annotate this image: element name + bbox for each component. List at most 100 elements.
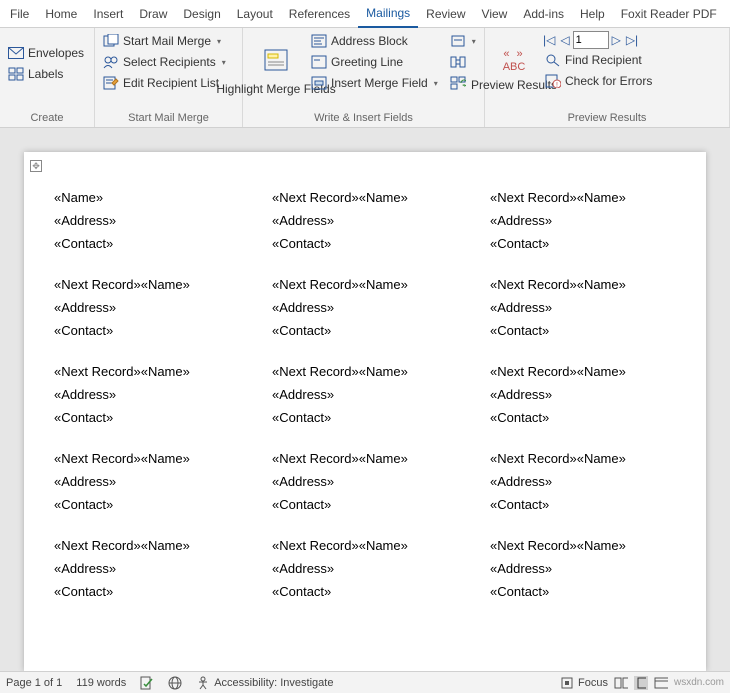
check-errors-button[interactable]: ! Check for Errors	[541, 71, 656, 91]
merge-field-text[interactable]: «Contact»	[490, 410, 676, 425]
merge-field-text[interactable]: «Contact»	[272, 584, 458, 599]
merge-field-text[interactable]: «Address»	[272, 213, 458, 228]
merge-field-text[interactable]: «Next Record»«Name»	[490, 190, 676, 205]
highlight-merge-fields-button[interactable]: Highlight Merge Fields	[247, 31, 305, 107]
edit-recipient-list-button[interactable]: Edit Recipient List	[99, 73, 230, 93]
merge-field-text[interactable]: «Name»	[54, 190, 240, 205]
merge-field-text[interactable]: «Contact»	[272, 236, 458, 251]
label-cell[interactable]: «Next Record»«Name» «Address» «Contact»	[490, 356, 676, 443]
preview-results-button[interactable]: « » ABC Preview Results	[489, 31, 539, 107]
spellcheck-icon[interactable]	[140, 676, 154, 690]
last-record-button[interactable]: ▷|	[624, 33, 640, 47]
label-cell[interactable]: «Next Record»«Name» «Address» «Contact»	[490, 182, 676, 269]
read-mode-button[interactable]	[614, 676, 628, 690]
page-indicator[interactable]: Page 1 of 1	[6, 677, 62, 689]
merge-field-text[interactable]: «Address»	[272, 561, 458, 576]
merge-field-text[interactable]: «Contact»	[272, 497, 458, 512]
merge-field-text[interactable]: «Address»	[490, 474, 676, 489]
label-cell[interactable]: «Next Record»«Name»«Address»«Contact»	[272, 182, 458, 269]
merge-field-text[interactable]: «Address»	[490, 300, 676, 315]
merge-field-text[interactable]: «Contact»	[272, 410, 458, 425]
tab-design[interactable]: Design	[175, 1, 228, 27]
label-cell[interactable]: «Next Record»«Name» «Address» «Contact»	[54, 530, 240, 617]
merge-field-text[interactable]: «Address»	[54, 300, 240, 315]
tab-home[interactable]: Home	[37, 1, 85, 27]
tab-review[interactable]: Review	[418, 1, 473, 27]
merge-field-text[interactable]: «Contact»	[272, 323, 458, 338]
label-cell[interactable]: «Next Record»«Name» «Address» «Contact»	[490, 269, 676, 356]
match-fields-button[interactable]	[446, 52, 480, 72]
document-area[interactable]: ✥ «Name»«Address»«Contact»«Next Record»«…	[0, 128, 730, 671]
merge-field-text[interactable]: «Contact»	[490, 323, 676, 338]
word-count[interactable]: 119 words	[76, 677, 126, 689]
tab-insert[interactable]: Insert	[85, 1, 131, 27]
merge-field-text[interactable]: «Address»	[54, 474, 240, 489]
record-number-input[interactable]	[573, 31, 609, 49]
merge-field-text[interactable]: «Next Record»«Name»	[54, 538, 240, 553]
accessibility-status[interactable]: Accessibility: Investigate	[196, 676, 333, 690]
label-cell[interactable]: «Next Record»«Name»«Address»«Contact»	[54, 356, 240, 443]
label-cell[interactable]: «Next Record»«Name» «Address» «Contact»	[272, 356, 458, 443]
tab-foxit-reader-pdf[interactable]: Foxit Reader PDF	[613, 1, 725, 27]
merge-field-text[interactable]: «Contact»	[490, 236, 676, 251]
merge-field-text[interactable]: «Next Record»«Name»	[54, 451, 240, 466]
merge-field-text[interactable]: «Next Record»«Name»	[272, 277, 458, 292]
merge-field-text[interactable]: «Address»	[490, 561, 676, 576]
merge-field-text[interactable]: «Next Record»«Name»	[490, 364, 676, 379]
greeting-line-button[interactable]: Greeting Line	[307, 52, 442, 72]
label-cell[interactable]: «Next Record»«Name»«Address»«Contact»	[272, 443, 458, 530]
first-record-button[interactable]: |◁	[541, 33, 557, 47]
start-mail-merge-button[interactable]: Start Mail Merge ▾	[99, 31, 230, 51]
merge-field-text[interactable]: «Contact»	[490, 497, 676, 512]
language-icon[interactable]	[168, 676, 182, 690]
tab-view[interactable]: View	[474, 1, 516, 27]
merge-field-text[interactable]: «Address»	[490, 387, 676, 402]
merge-field-text[interactable]: «Contact»	[54, 323, 240, 338]
merge-field-text[interactable]: «Address»	[272, 387, 458, 402]
label-cell[interactable]: «Next Record»«Name» «Address» «Contact»	[490, 443, 676, 530]
tab-references[interactable]: References	[281, 1, 358, 27]
web-layout-button[interactable]	[654, 676, 668, 690]
label-cell[interactable]: «Next Record»«Name» «Address» «Contact»	[272, 269, 458, 356]
label-cell[interactable]: «Name» «Address» «Contact»	[54, 182, 240, 269]
merge-field-text[interactable]: «Contact»	[54, 410, 240, 425]
tab-help[interactable]: Help	[572, 1, 613, 27]
merge-field-text[interactable]: «Address»	[272, 474, 458, 489]
tab-file[interactable]: File	[2, 1, 37, 27]
tab-draw[interactable]: Draw	[131, 1, 175, 27]
merge-field-text[interactable]: «Contact»	[490, 584, 676, 599]
print-layout-button[interactable]	[634, 676, 648, 690]
labels-button[interactable]: Labels	[4, 64, 88, 84]
address-block-button[interactable]: Address Block	[307, 31, 442, 51]
insert-merge-field-button[interactable]: Insert Merge Field ▾	[307, 73, 442, 93]
prev-record-button[interactable]: ◁	[558, 33, 571, 47]
tab-layout[interactable]: Layout	[229, 1, 281, 27]
table-anchor-icon[interactable]: ✥	[30, 160, 42, 172]
document-page[interactable]: ✥ «Name»«Address»«Contact»«Next Record»«…	[24, 152, 706, 671]
merge-field-text[interactable]: «Next Record»«Name»	[490, 538, 676, 553]
merge-field-text[interactable]: «Address»	[272, 300, 458, 315]
select-recipients-button[interactable]: Select Recipients ▾	[99, 52, 230, 72]
label-cell[interactable]: «Next Record»«Name» «Address» «Contact»	[54, 269, 240, 356]
merge-field-text[interactable]: «Address»	[54, 387, 240, 402]
merge-field-text[interactable]: «Next Record»«Name»	[490, 451, 676, 466]
merge-field-text[interactable]: «Next Record»«Name»	[272, 538, 458, 553]
merge-field-text[interactable]: «Next Record»«Name»	[54, 277, 240, 292]
merge-field-text[interactable]: «Address»	[490, 213, 676, 228]
merge-field-text[interactable]: «Address»	[54, 561, 240, 576]
tab-add-ins[interactable]: Add-ins	[515, 1, 572, 27]
label-cell[interactable]: «Next Record»«Name» «Address» «Contact»	[272, 530, 458, 617]
merge-field-text[interactable]: «Contact»	[54, 497, 240, 512]
envelopes-button[interactable]: Envelopes	[4, 43, 88, 63]
focus-button[interactable]: Focus	[560, 676, 608, 690]
merge-field-text[interactable]: «Next Record»«Name»	[272, 364, 458, 379]
tab-mailings[interactable]: Mailings	[358, 0, 418, 28]
merge-field-text[interactable]: «Contact»	[54, 584, 240, 599]
merge-field-text[interactable]: «Next Record»«Name»	[490, 277, 676, 292]
label-cell[interactable]: «Next Record»«Name» «Address» «Contact»	[54, 443, 240, 530]
find-recipient-button[interactable]: Find Recipient	[541, 50, 656, 70]
merge-field-text[interactable]: «Address»	[54, 213, 240, 228]
rules-button[interactable]: ▾	[446, 31, 480, 51]
merge-field-text[interactable]: «Contact»	[54, 236, 240, 251]
next-record-button[interactable]: ▷	[610, 33, 623, 47]
